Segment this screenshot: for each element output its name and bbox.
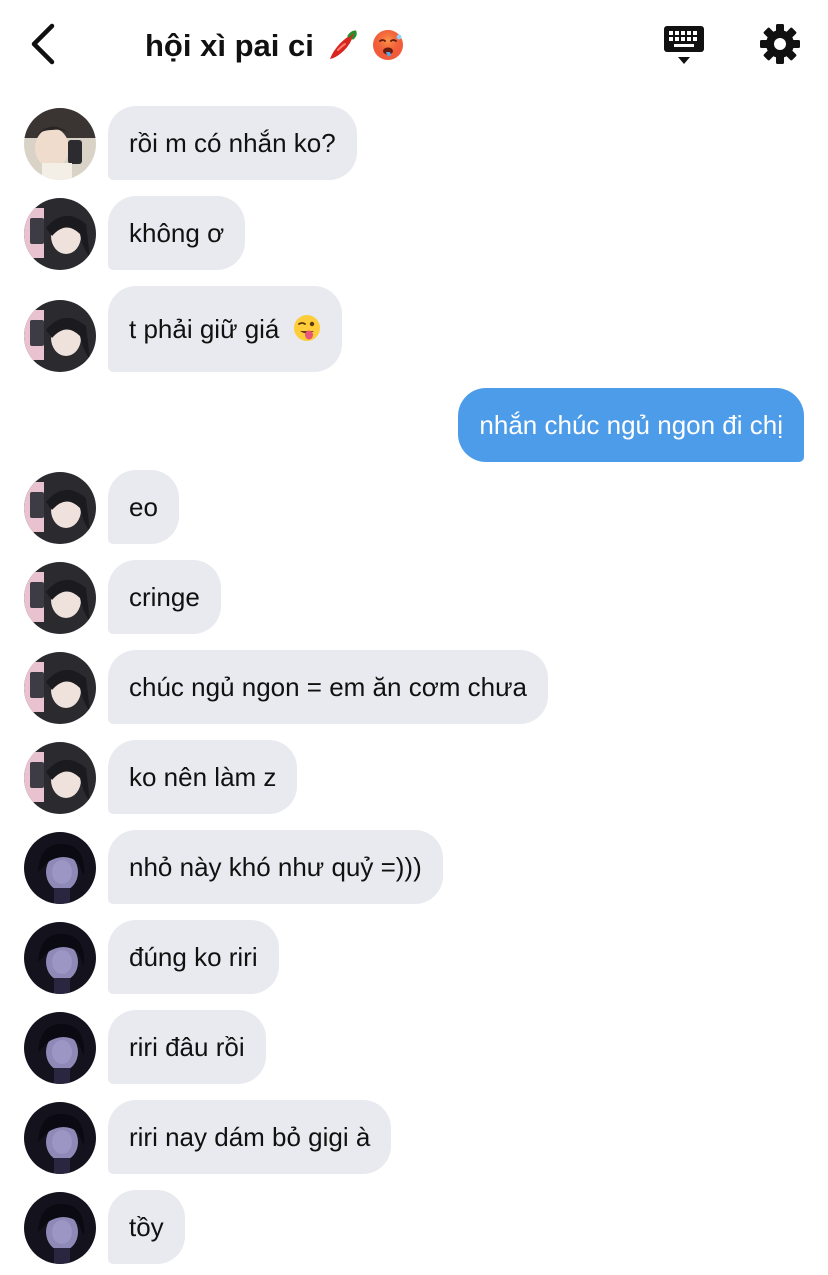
avatar[interactable] xyxy=(24,108,96,180)
avatar-photo-member-3 xyxy=(24,922,96,994)
chili-pepper-emoji xyxy=(330,30,358,59)
message-bubble[interactable]: nhỏ này khó như quỷ =))) xyxy=(108,830,443,904)
message-row: nhắn chúc ngủ ngon đi chị xyxy=(0,388,828,464)
message-row: rồi m có nhắn ko? xyxy=(0,106,828,182)
message-text: không ơ xyxy=(129,218,225,248)
avatar[interactable] xyxy=(24,1192,96,1264)
message-bubble[interactable]: đúng ko riri xyxy=(108,920,279,994)
keyboard-button[interactable] xyxy=(661,22,707,68)
chat-header: hội xì pai ci xyxy=(0,0,828,92)
avatar-photo-member-3 xyxy=(24,1102,96,1174)
message-bubble[interactable]: cringe xyxy=(108,560,221,634)
avatar[interactable] xyxy=(24,472,96,544)
message-bubble[interactable]: chúc ngủ ngon = em ăn cơm chưa xyxy=(108,650,548,724)
message-row: eo xyxy=(0,470,828,546)
winking-face-with-tongue-emoji xyxy=(293,315,320,342)
message-text: đúng ko riri xyxy=(129,942,258,972)
avatar-photo-member-1 xyxy=(24,108,96,180)
chat-title: hội xì pai ci xyxy=(145,26,405,66)
back-button[interactable] xyxy=(22,18,66,70)
message-text: t phải giữ giá xyxy=(129,314,280,344)
message-row: riri đâu rồi xyxy=(0,1010,828,1086)
avatar-photo-member-3 xyxy=(24,1192,96,1264)
gear-icon xyxy=(760,24,800,64)
message-row: cringe xyxy=(0,560,828,636)
settings-button[interactable] xyxy=(756,20,804,68)
avatar[interactable] xyxy=(24,300,96,372)
avatar[interactable] xyxy=(24,198,96,270)
avatar-photo-member-2 xyxy=(24,472,96,544)
avatar[interactable] xyxy=(24,652,96,724)
message-row: không ơ xyxy=(0,196,828,272)
message-bubble[interactable]: tồy xyxy=(108,1190,185,1264)
chat-title-text: hội xì pai ci xyxy=(145,28,314,63)
message-bubble[interactable]: t phải giữ giá xyxy=(108,286,342,372)
message-row: ko nên làm z xyxy=(0,740,828,816)
message-bubble[interactable]: riri đâu rồi xyxy=(108,1010,266,1084)
message-row: tồy xyxy=(0,1190,828,1266)
message-text: eo xyxy=(129,492,158,522)
my-message-bubble[interactable]: nhắn chúc ngủ ngon đi chị xyxy=(458,388,804,462)
chevron-left-icon xyxy=(31,23,55,65)
message-bubble[interactable]: riri nay dám bỏ gigi à xyxy=(108,1100,392,1174)
message-text: ko nên làm z xyxy=(129,762,277,792)
message-row: nhỏ này khó như quỷ =))) xyxy=(0,830,828,906)
avatar[interactable] xyxy=(24,832,96,904)
avatar-photo-member-2 xyxy=(24,652,96,724)
avatar-photo-member-3 xyxy=(24,1012,96,1084)
message-bubble[interactable]: không ơ xyxy=(108,196,246,270)
message-text: riri đâu rồi xyxy=(129,1032,245,1062)
message-bubble[interactable]: eo xyxy=(108,470,179,544)
hot-face-emoji xyxy=(373,29,404,60)
message-row: riri nay dám bỏ gigi à xyxy=(0,1100,828,1176)
avatar[interactable] xyxy=(24,1012,96,1084)
avatar-photo-member-2 xyxy=(24,198,96,270)
keyboard-icon xyxy=(664,26,704,64)
message-text: tồy xyxy=(129,1212,164,1242)
message-text: riri nay dám bỏ gigi à xyxy=(129,1122,371,1152)
message-text: nhắn chúc ngủ ngon đi chị xyxy=(479,410,783,440)
message-text: nhỏ này khó như quỷ =))) xyxy=(129,852,422,882)
avatar-photo-member-2 xyxy=(24,562,96,634)
avatar[interactable] xyxy=(24,922,96,994)
message-bubble[interactable]: ko nên làm z xyxy=(108,740,298,814)
message-bubble[interactable]: rồi m có nhắn ko? xyxy=(108,106,357,180)
avatar[interactable] xyxy=(24,562,96,634)
message-text: chúc ngủ ngon = em ăn cơm chưa xyxy=(129,672,527,702)
message-text: rồi m có nhắn ko? xyxy=(129,128,336,158)
avatar-photo-member-2 xyxy=(24,300,96,372)
message-text: cringe xyxy=(129,582,200,612)
message-row: đúng ko riri xyxy=(0,920,828,996)
avatar-photo-member-2 xyxy=(24,742,96,814)
avatar[interactable] xyxy=(24,1102,96,1174)
message-row: t phải giữ giá xyxy=(0,286,828,372)
message-row: chúc ngủ ngon = em ăn cơm chưa xyxy=(0,650,828,726)
avatar-photo-member-3 xyxy=(24,832,96,904)
avatar[interactable] xyxy=(24,742,96,814)
